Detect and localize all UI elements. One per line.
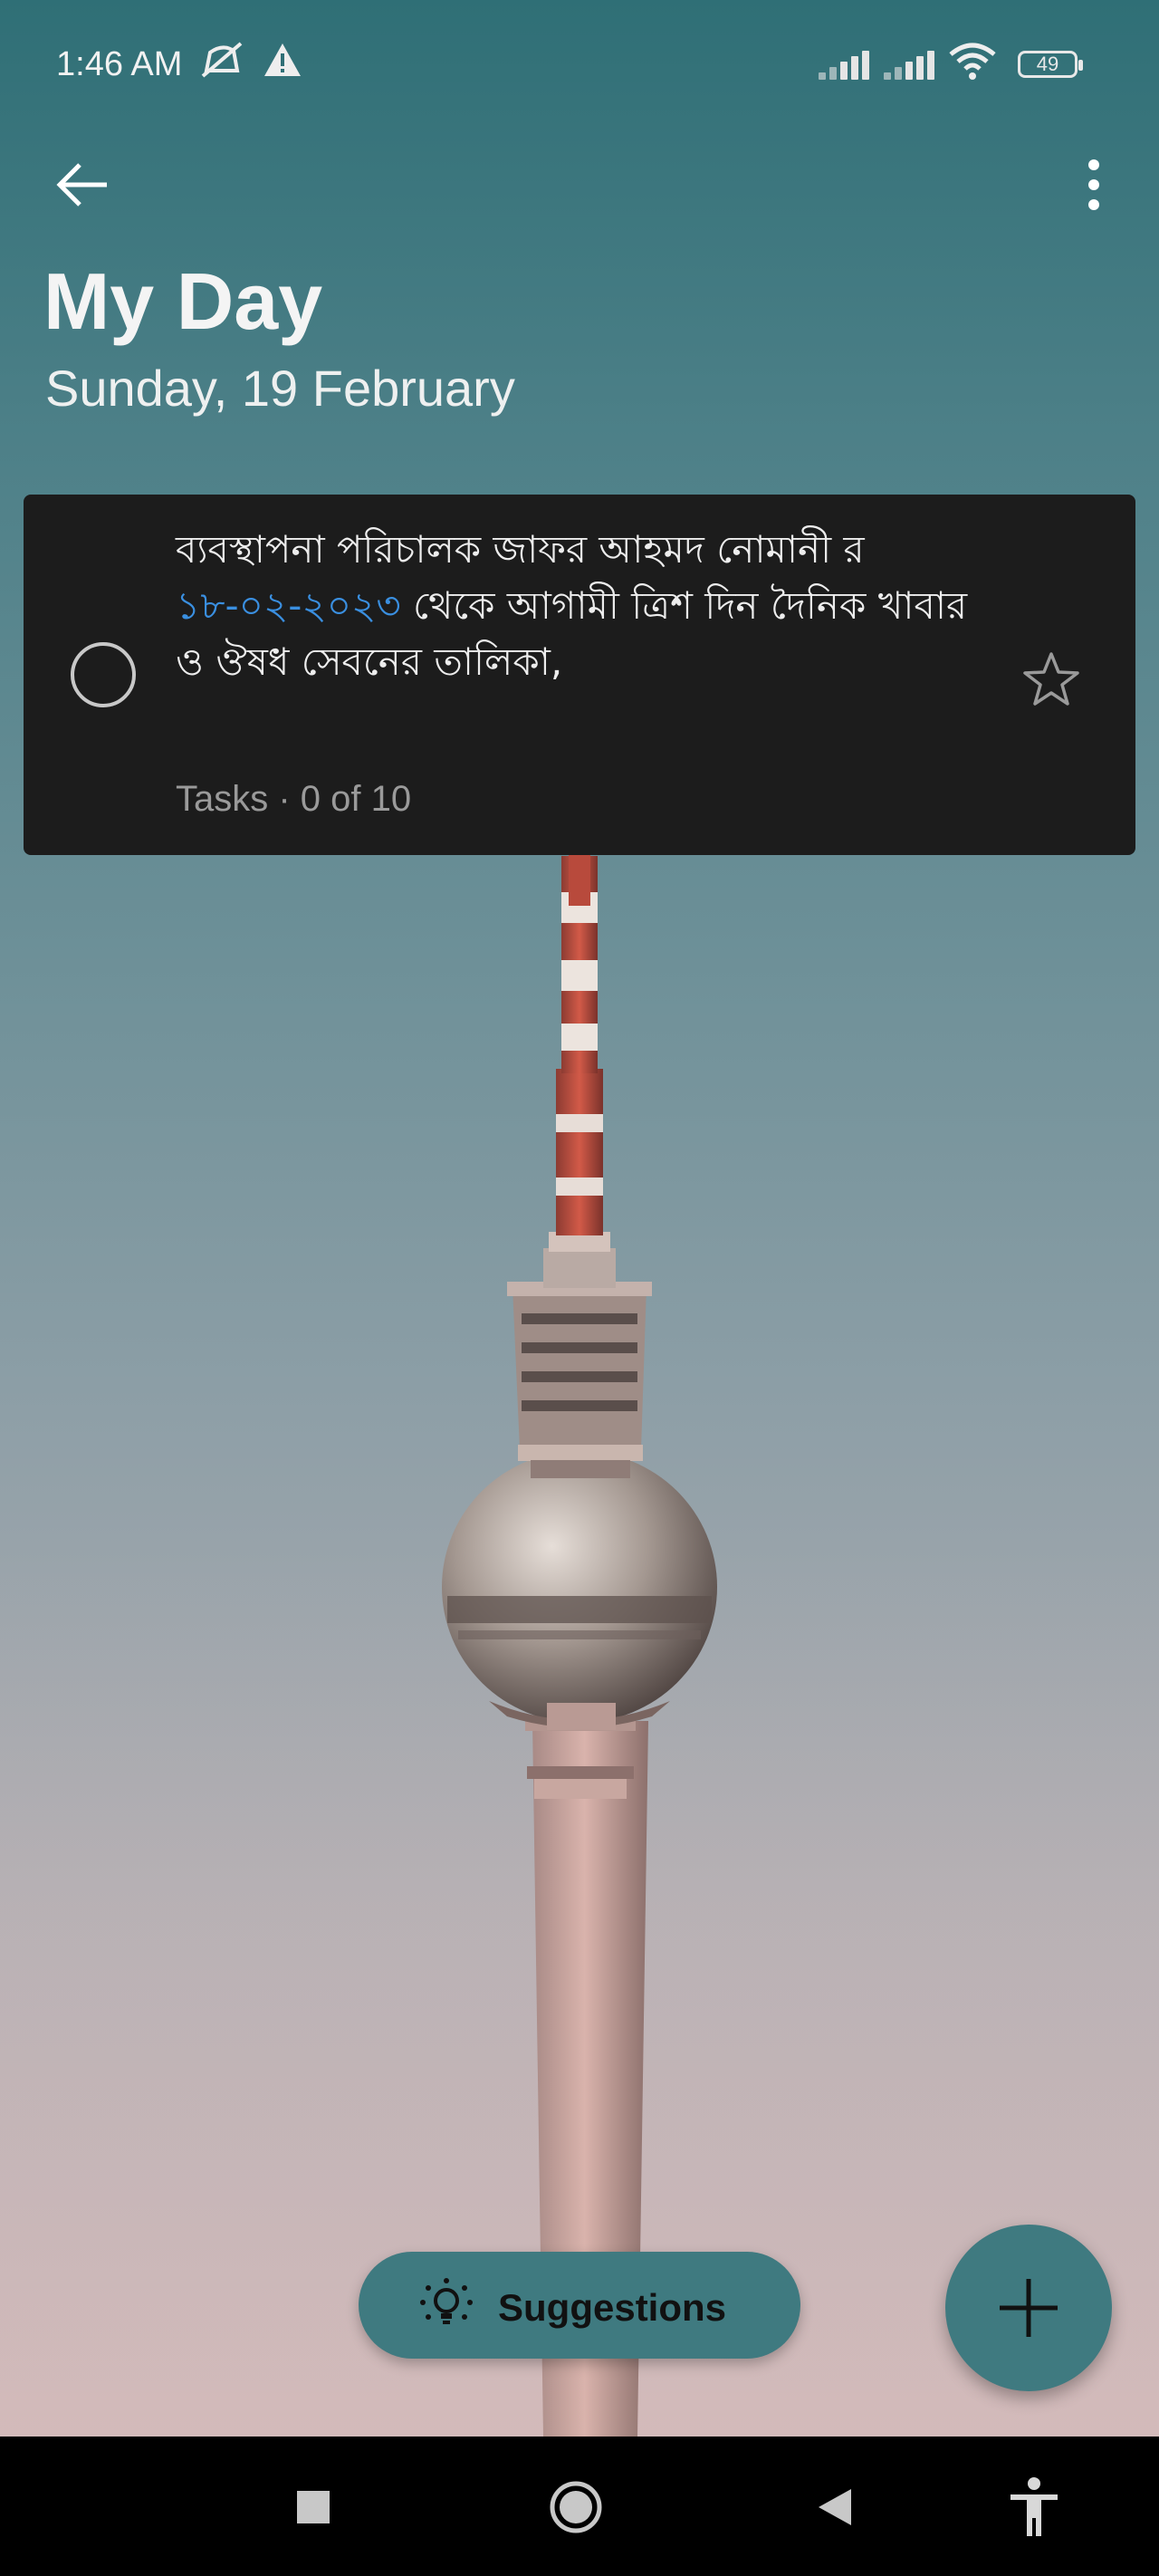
- task-subtasks-count: Tasks · 0 of 10: [176, 779, 412, 819]
- lightbulb-icon: [420, 2278, 473, 2324]
- page-date: Sunday, 19 February: [45, 360, 515, 417]
- more-options-button[interactable]: [1068, 149, 1119, 221]
- wifi-icon: [947, 42, 998, 91]
- status-bar: 1:46 AM 49: [0, 0, 1159, 127]
- square-icon: [297, 2491, 330, 2523]
- task-title-part1: ব্যবস্থাপনা পরিচালক জাফর আহমদ নোমানী র: [176, 527, 865, 572]
- suggestions-label: Suggestions: [498, 2286, 727, 2329]
- suggestions-button[interactable]: Suggestions: [359, 2252, 800, 2359]
- status-time: 1:46 AM: [56, 45, 183, 83]
- signal-icon: [884, 49, 938, 80]
- back-nav-button[interactable]: [800, 2473, 869, 2542]
- signal-icon: [819, 49, 873, 80]
- task-complete-checkbox[interactable]: [71, 642, 136, 707]
- back-arrow-icon: [56, 163, 107, 207]
- alert-icon: [263, 40, 302, 89]
- accessibility-icon: [1011, 2477, 1058, 2536]
- page-title: My Day: [43, 256, 323, 346]
- task-item[interactable]: ব্যবস্থাপনা পরিচালক জাফর আহমদ নোমানী র ১…: [24, 495, 1135, 855]
- back-button[interactable]: [47, 149, 120, 221]
- plus-icon: [1000, 2279, 1058, 2337]
- task-date-link[interactable]: ১৮-০২-২০২৩: [176, 583, 401, 628]
- add-task-button[interactable]: [945, 2225, 1112, 2391]
- home-circle-icon: [550, 2481, 602, 2533]
- home-button[interactable]: [541, 2473, 610, 2542]
- battery-icon: 49: [1018, 51, 1083, 78]
- task-title: ব্যবস্থাপনা পরিচালক জাফর আহমদ নোমানী র ১…: [176, 522, 972, 690]
- importance-star-button[interactable]: [1020, 649, 1083, 712]
- accessibility-button[interactable]: [1000, 2473, 1068, 2542]
- system-navigation-bar: [0, 2437, 1159, 2576]
- triangle-back-icon: [819, 2489, 851, 2525]
- recent-apps-button[interactable]: [279, 2473, 348, 2542]
- mute-icon: [197, 40, 248, 89]
- star-icon: [1023, 652, 1079, 706]
